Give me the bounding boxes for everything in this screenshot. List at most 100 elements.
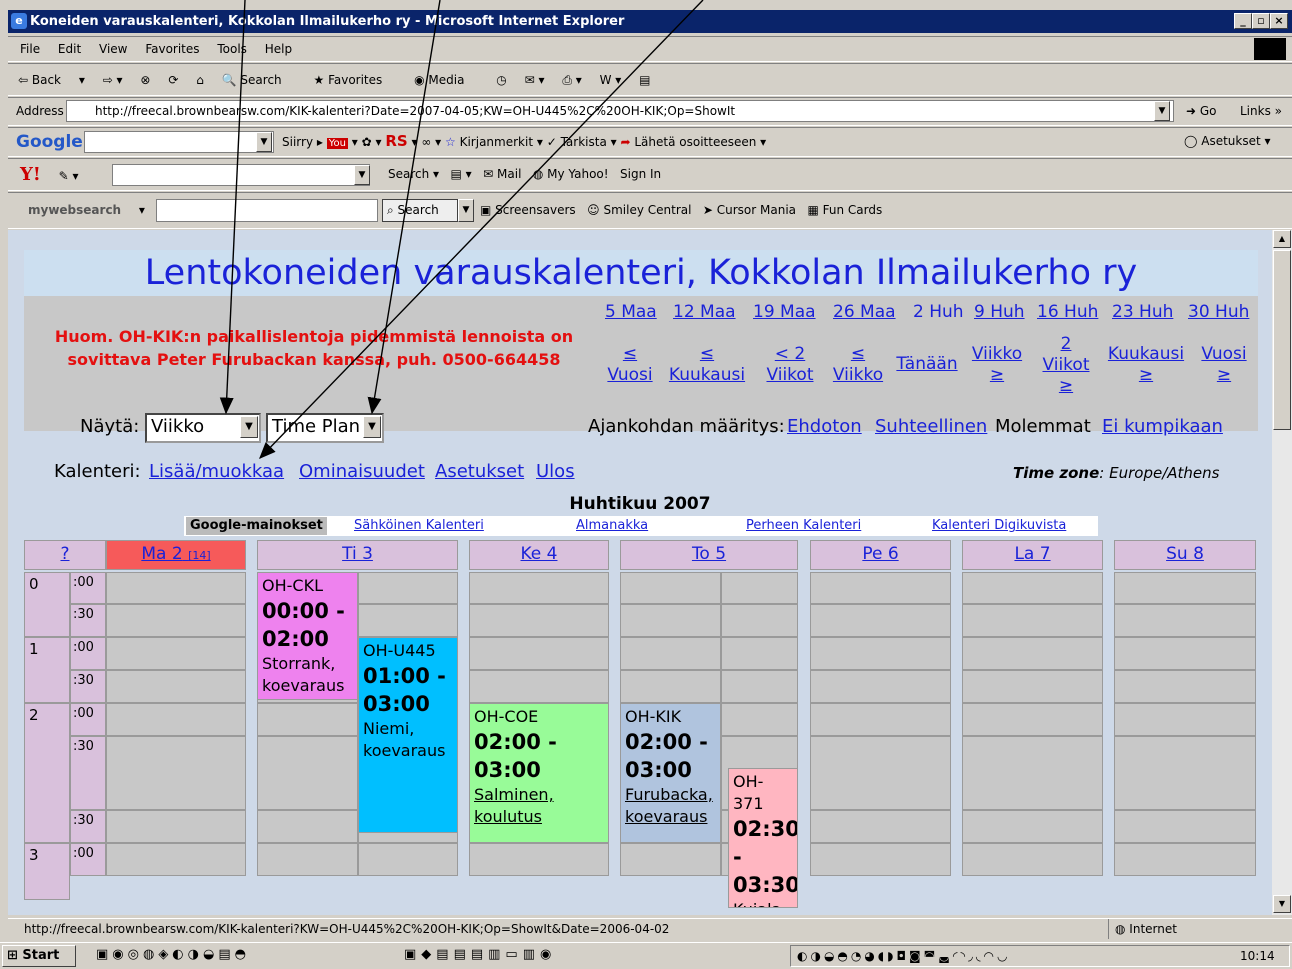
time-slot[interactable] <box>620 604 721 637</box>
time-slot[interactable] <box>106 843 246 876</box>
tarkista-button[interactable]: Tarkista <box>561 135 607 149</box>
kirjanmerkit-button[interactable]: Kirjanmerkit <box>460 135 533 149</box>
time-slot[interactable] <box>810 843 951 876</box>
ei-kumpikaan-link[interactable]: Ei kumpikaan <box>1102 416 1223 437</box>
my-yahoo-button[interactable]: ◍ My Yahoo! <box>533 167 609 181</box>
yahoo-search-dropdown[interactable]: ▼ <box>354 165 370 185</box>
time-slot[interactable] <box>106 736 246 810</box>
time-slot[interactable] <box>721 604 798 637</box>
time-slot[interactable] <box>106 572 246 604</box>
mws-search-input[interactable] <box>156 199 378 222</box>
ad-link[interactable]: Perheen Kalenteri <box>746 516 861 536</box>
refresh-icon[interactable]: ⟳ <box>168 64 178 96</box>
time-slot[interactable] <box>620 843 721 876</box>
time-slot[interactable] <box>469 843 609 876</box>
time-slot[interactable] <box>106 670 246 703</box>
time-slot[interactable] <box>721 637 798 670</box>
time-slot[interactable] <box>962 810 1103 843</box>
quick-launch-icons[interactable]: ▣◉◎◍◈◐◑◒▤◓ <box>96 947 250 962</box>
fun-cards-button[interactable]: ▦ Fun Cards <box>807 203 882 217</box>
week-number[interactable]: [14] <box>188 549 211 562</box>
history-icon[interactable]: ◷ <box>496 64 506 96</box>
ulos-link[interactable]: Ulos <box>536 461 575 482</box>
favorites-button[interactable]: ★ Favorites <box>313 64 396 96</box>
link-icon[interactable]: ∞ <box>421 135 431 149</box>
ad-link[interactable]: Almanakka <box>576 516 648 536</box>
time-slot[interactable] <box>358 604 458 637</box>
minimize-button[interactable]: _ <box>1234 13 1252 29</box>
time-slot[interactable] <box>620 572 721 604</box>
menu-edit[interactable]: Edit <box>58 37 81 61</box>
time-slot[interactable] <box>962 736 1103 810</box>
ad-link[interactable]: Sähköinen Kalenteri <box>354 516 484 536</box>
menu-favorites[interactable]: Favorites <box>145 37 199 61</box>
time-slot[interactable] <box>469 670 609 703</box>
yahoo-logo[interactable]: Y! <box>20 159 41 190</box>
time-slot[interactable] <box>810 637 951 670</box>
links-button[interactable]: Links » <box>1240 101 1282 121</box>
time-slot[interactable] <box>106 604 246 637</box>
day-header[interactable]: Su 8 <box>1114 540 1256 570</box>
time-slot[interactable] <box>810 670 951 703</box>
calendar-event[interactable]: OH-COE 02:00 - 03:00 Salminen, koulutus <box>469 703 609 843</box>
calendar-event[interactable]: OH-U445 01:00 - 03:00 Niemi, koevaraus <box>358 637 458 833</box>
time-slot[interactable] <box>620 670 721 703</box>
time-slot[interactable] <box>469 637 609 670</box>
time-slot[interactable] <box>810 572 951 604</box>
time-slot[interactable] <box>810 810 951 843</box>
time-slot[interactable] <box>962 703 1103 736</box>
cursor-mania-button[interactable]: ➤ Cursor Mania <box>703 203 796 217</box>
day-header[interactable]: To 5 <box>620 540 798 570</box>
nav-week-fwd[interactable]: Viikko ≥ <box>966 344 1028 386</box>
google-logo[interactable]: Google <box>16 128 83 156</box>
pencil-icon[interactable]: ✎ ▾ <box>59 161 79 192</box>
day-header[interactable]: La 7 <box>962 540 1103 570</box>
time-slot[interactable] <box>810 736 951 810</box>
back-button[interactable]: ⇦ Back ▾ <box>18 64 85 96</box>
nav-year-fwd[interactable]: Vuosi ≥ <box>1194 344 1254 386</box>
scroll-up-icon[interactable]: ▲ <box>1273 230 1291 248</box>
time-slot[interactable] <box>257 843 358 876</box>
day-header-today[interactable]: Ma 2 [14] <box>106 540 246 570</box>
menu-view[interactable]: View <box>99 37 127 61</box>
time-slot[interactable] <box>469 604 609 637</box>
laheta-button[interactable]: Lähetä osoitteeseen <box>634 135 756 149</box>
go-button[interactable]: ➜ Go <box>1186 101 1217 121</box>
time-slot[interactable] <box>257 810 358 843</box>
puzzle-icon[interactable]: ✿ <box>362 135 372 149</box>
time-slot[interactable] <box>810 703 951 736</box>
vertical-scrollbar[interactable]: ▲ ▼ <box>1272 230 1292 915</box>
nav-date-link[interactable]: 19 Maa <box>753 302 816 322</box>
nav-date-link[interactable]: 5 Maa <box>605 302 657 322</box>
time-slot[interactable] <box>721 670 798 703</box>
day-header[interactable]: Pe 6 <box>810 540 951 570</box>
nav-date-link[interactable]: 12 Maa <box>673 302 736 322</box>
time-slot[interactable] <box>469 572 609 604</box>
time-slot[interactable] <box>962 637 1103 670</box>
time-slot[interactable] <box>257 736 358 810</box>
time-slot[interactable] <box>962 604 1103 637</box>
time-slot[interactable] <box>358 572 458 604</box>
nav-date-link[interactable]: 9 Huh <box>974 302 1025 322</box>
time-slot[interactable] <box>721 572 798 604</box>
yahoo-search-input[interactable] <box>112 164 370 186</box>
ad-link[interactable]: Kalenteri Digikuvista <box>932 516 1066 536</box>
scroll-down-icon[interactable]: ▼ <box>1273 895 1291 913</box>
time-slot[interactable] <box>1114 572 1256 604</box>
ominaisuudet-link[interactable]: Ominaisuudet <box>299 461 425 482</box>
lisaa-muokkaa-link[interactable]: Lisää/muokkaa <box>149 461 284 482</box>
calendar-event[interactable]: OH-KIK 02:00 - 03:00 Furubacka, koevaraus <box>620 703 721 843</box>
yahoo-search-button[interactable]: Search <box>388 167 429 181</box>
stop-icon[interactable]: ⊗ <box>140 64 150 96</box>
forward-button[interactable]: ⇨ ▾ <box>103 64 123 96</box>
time-slot[interactable] <box>1114 670 1256 703</box>
time-slot[interactable] <box>962 670 1103 703</box>
edit-icon[interactable]: W ▾ <box>600 64 622 96</box>
nav-month-back[interactable]: ≤ Kuukausi <box>666 344 748 386</box>
screensavers-button[interactable]: ▣ Screensavers <box>480 203 576 217</box>
calendar-event[interactable]: OH-CKL 00:00 - 02:00 Storrank, koevaraus <box>257 572 358 700</box>
print-icon[interactable]: ⎙ ▾ <box>562 64 581 96</box>
youtube-icon[interactable]: You <box>326 138 348 149</box>
smiley-central-button[interactable]: ☺ Smiley Central <box>587 203 691 217</box>
start-button[interactable]: ⊞ Start <box>2 945 76 967</box>
